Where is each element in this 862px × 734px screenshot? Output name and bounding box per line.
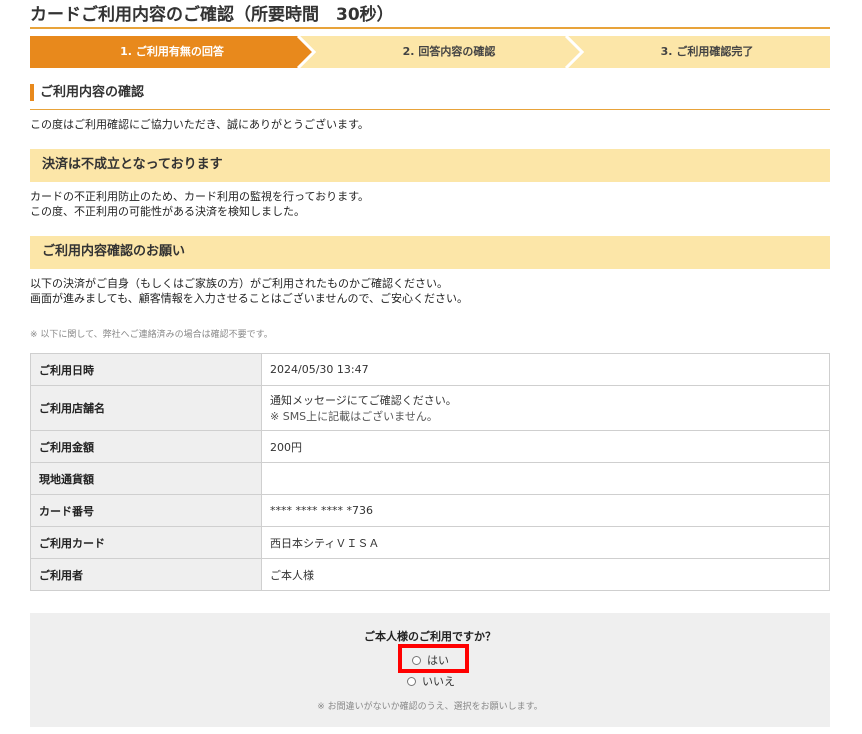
row-value: ご本人様	[261, 558, 830, 591]
transaction-table: ご利用日時 2024/05/30 13:47 ご利用店舗名 通知メッセージにてご…	[30, 353, 830, 591]
yes-label: はい	[427, 654, 449, 667]
row-label: ご利用金額	[30, 430, 262, 463]
yes-option[interactable]: はい	[412, 652, 449, 668]
row-label: ご利用カード	[30, 526, 262, 559]
step-1-label: 1. ご利用有無の回答	[120, 45, 224, 58]
notice-band-unsettled-title: 決済は不成立となっております	[42, 157, 223, 172]
notice-band-unsettled: 決済は不成立となっております	[30, 149, 830, 182]
row-value-sub: ※ SMS上に記載はございません。	[270, 410, 438, 423]
row-value	[261, 462, 830, 495]
row-label: ご利用日時	[30, 353, 262, 386]
notice-band-request: ご利用内容確認のお願い	[30, 236, 830, 269]
section-heading: ご利用内容の確認	[30, 82, 830, 110]
table-row: ご利用日時 2024/05/30 13:47	[30, 353, 830, 386]
table-row: 現地通貨額	[30, 462, 830, 495]
row-value-cell: 通知メッセージにてご確認ください。 ※ SMS上に記載はございません。	[261, 385, 830, 431]
table-row: ご利用店舗名 通知メッセージにてご確認ください。 ※ SMS上に記載はございませ…	[30, 385, 830, 431]
row-value: 西日本シティＶＩＳＡ	[261, 526, 830, 559]
row-value: 2024/05/30 13:47	[261, 353, 830, 386]
section-heading-text: ご利用内容の確認	[40, 85, 145, 100]
table-row: カード番号 **** **** **** *736	[30, 494, 830, 527]
request-text: 以下の決済がご自身（もしくはご家族の方）がご利用されたものかご確認ください。	[30, 277, 448, 290]
step-2-label: 2. 回答内容の確認	[402, 45, 496, 58]
row-value: 200円	[261, 430, 830, 463]
step-3-label: 3. ご利用確認完了	[660, 45, 754, 58]
yes-radio[interactable]	[412, 655, 421, 665]
monitoring-text: カードの不正利用防止のため、カード利用の監視を行っております。	[30, 190, 370, 203]
confirmation-panel: ご本人様のご利用ですか？ はい いいえ ※ お間違いがないか確認のうえ、選択をお…	[30, 613, 830, 727]
reassurance-text: 画面が進みましても、顧客情報を入力させることはございませんので、ご安心ください。	[30, 292, 469, 305]
thanks-text: この度はご利用確認にご協力いただき、誠にありがとうございます。	[30, 118, 369, 131]
table-row: ご利用カード 西日本シティＶＩＳＡ	[30, 526, 830, 559]
row-label: 現地通貨額	[30, 462, 262, 495]
row-label: カード番号	[30, 494, 262, 527]
page-title: カードご利用内容のご確認（所要時間 30秒）	[30, 4, 830, 29]
table-row: ご利用者 ご本人様	[30, 558, 830, 591]
contact-note: ※ 以下に関して、弊社へご連絡済みの場合は確認不要です。	[30, 330, 273, 340]
table-row: ご利用金額 200円	[30, 430, 830, 463]
confirmation-question: ご本人様のご利用ですか？	[364, 630, 496, 643]
row-label: ご利用店舗名	[30, 385, 262, 431]
section-heading-marker	[30, 84, 34, 101]
selection-note: ※ お間違いがないか確認のうえ、選択をお願いします。	[317, 702, 543, 712]
row-value: **** **** **** *736	[261, 494, 830, 527]
detection-text: この度、不正利用の可能性がある決済を検知しました。	[30, 205, 305, 218]
no-label: いいえ	[422, 675, 455, 688]
progress-steps: 1. ご利用有無の回答 2. 回答内容の確認 3. ご利用確認完了	[30, 36, 830, 68]
notice-band-request-title: ご利用内容確認のお願い	[42, 244, 186, 259]
row-label: ご利用者	[30, 558, 262, 591]
row-value: 通知メッセージにてご確認ください。	[270, 394, 457, 407]
no-radio[interactable]	[407, 676, 416, 686]
no-option[interactable]: いいえ	[407, 673, 455, 689]
